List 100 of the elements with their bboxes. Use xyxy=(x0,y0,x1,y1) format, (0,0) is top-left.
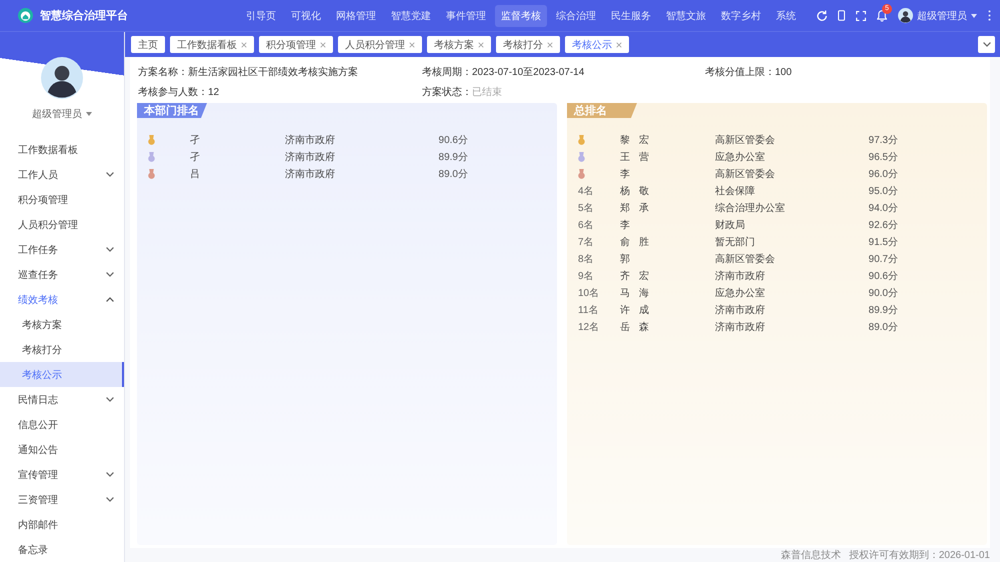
avatar-icon xyxy=(41,57,83,99)
department-name: 应急办公室 xyxy=(715,286,765,300)
page-tab[interactable]: 考核方案 xyxy=(427,36,491,53)
nav-tab[interactable]: 系统 xyxy=(770,4,802,26)
score-value: 91.5分 xyxy=(868,236,898,248)
page-tab[interactable]: 主页 xyxy=(131,36,165,53)
user-name[interactable]: 超级管理员 xyxy=(917,8,967,22)
nav-tab[interactable]: 网格管理 xyxy=(330,4,382,26)
menu-item[interactable]: 备忘录 xyxy=(0,537,124,562)
score-value: 97.3分 xyxy=(868,134,898,146)
rank-label: 8名 xyxy=(578,252,594,266)
close-icon[interactable] xyxy=(320,42,326,48)
score-value: 90.0分 xyxy=(868,286,898,300)
refresh-icon[interactable] xyxy=(817,10,827,21)
rank-label: 7名 xyxy=(578,236,594,248)
bell-icon[interactable] xyxy=(877,10,887,22)
page-tab[interactable]: 积分项管理 xyxy=(259,36,333,53)
score-value: 89.9分 xyxy=(868,304,898,316)
nav-tab[interactable]: 引导页 xyxy=(240,4,282,26)
score-value: 89.0分 xyxy=(868,320,898,334)
person-name: 许 成 xyxy=(620,304,649,316)
chevron-down-icon xyxy=(982,42,990,47)
close-icon[interactable] xyxy=(241,42,247,48)
caret-icon[interactable] xyxy=(971,14,977,18)
close-icon[interactable] xyxy=(478,42,484,48)
person-name: 杨 敬 xyxy=(620,184,649,198)
person-name: 李 xyxy=(620,218,630,232)
menu-item[interactable]: 民情日志 xyxy=(0,387,124,412)
field-label: 考核参与人数： xyxy=(138,86,208,99)
chevron-up-icon xyxy=(106,297,114,302)
rank-label: 11名 xyxy=(578,304,598,316)
menu-item[interactable]: 工作数据看板 xyxy=(0,137,124,162)
field-label: 考核周期： xyxy=(422,66,472,79)
nav-tab[interactable]: 事件管理 xyxy=(440,4,492,26)
person-name: 黎 宏 xyxy=(620,134,649,146)
page-tab[interactable]: 人员积分管理 xyxy=(338,36,422,53)
score-value: 94.0分 xyxy=(868,202,898,214)
department-name: 高新区管委会 xyxy=(715,252,775,266)
panel-title: 总排名 xyxy=(567,103,637,118)
more-icon[interactable] xyxy=(988,10,991,21)
menu-item[interactable]: 内部邮件 xyxy=(0,512,124,537)
user-name[interactable]: 超级管理员 xyxy=(32,107,82,121)
nav-tab[interactable]: 综合治理 xyxy=(550,4,602,26)
close-icon[interactable] xyxy=(409,42,415,48)
menu-item[interactable]: 工作人员 xyxy=(0,162,124,187)
close-icon[interactable] xyxy=(616,42,622,48)
menu-item[interactable]: 积分项管理 xyxy=(0,187,124,212)
field-value: 新生活家园社区干部绩效考核实施方案 xyxy=(188,66,358,79)
person-name: 王 营 xyxy=(620,150,649,164)
menu-item[interactable]: 三资管理 xyxy=(0,487,124,512)
chevron-down-icon xyxy=(106,497,114,502)
tab-menu-button[interactable] xyxy=(978,36,995,53)
menu-item[interactable]: 信息公开 xyxy=(0,412,124,437)
department-name: 财政局 xyxy=(715,218,745,232)
person-name: 孑 xyxy=(190,150,200,164)
score-value: 92.6分 xyxy=(868,218,898,232)
field-value: 12 xyxy=(208,86,220,98)
department-name: 济南市政府 xyxy=(285,134,335,146)
caret-icon[interactable] xyxy=(86,112,92,116)
menu-item[interactable]: 工作任务 xyxy=(0,237,124,262)
field-value: 已结束 xyxy=(472,86,502,99)
avatar-icon xyxy=(898,8,913,23)
menu-item[interactable]: 人员积分管理 xyxy=(0,212,124,237)
mobile-icon[interactable] xyxy=(838,10,845,21)
nav-tab[interactable]: 可视化 xyxy=(285,4,327,26)
nav-tab[interactable]: 智慧党建 xyxy=(385,4,437,26)
field-value: 2023-07-10至2023-07-14 xyxy=(472,66,584,79)
field-value: 100 xyxy=(775,66,792,78)
score-value: 89.0分 xyxy=(438,168,468,180)
department-name: 济南市政府 xyxy=(285,168,335,180)
person-name: 齐 宏 xyxy=(620,270,649,282)
nav-tab[interactable]: 监督考核 xyxy=(495,4,547,26)
menu-item[interactable]: 绩效考核 xyxy=(0,287,124,312)
person-name: 马 海 xyxy=(620,286,649,300)
submenu-item[interactable]: 考核打分 xyxy=(0,337,124,362)
fullscreen-icon[interactable] xyxy=(856,10,866,20)
submenu-item[interactable]: 考核公示 xyxy=(0,362,124,387)
chevron-down-icon xyxy=(106,247,114,252)
submenu-item[interactable]: 考核方案 xyxy=(0,312,124,337)
field-label: 考核分值上限： xyxy=(705,66,775,79)
nav-tab[interactable]: 数字乡村 xyxy=(715,4,767,26)
score-value: 90.6分 xyxy=(868,270,898,282)
chevron-down-icon xyxy=(106,272,114,277)
menu-item[interactable]: 宣传管理 xyxy=(0,462,124,487)
score-value: 90.6分 xyxy=(438,134,468,146)
score-value: 89.9分 xyxy=(438,150,468,164)
logo-icon xyxy=(18,8,33,23)
nav-tab[interactable]: 民生服务 xyxy=(605,4,657,26)
person-name: 俞 胜 xyxy=(620,236,649,248)
menu-item[interactable]: 巡查任务 xyxy=(0,262,124,287)
menu-item[interactable]: 通知公告 xyxy=(0,437,124,462)
panel-title: 本部门排名 xyxy=(137,103,207,118)
page-tab[interactable]: 考核打分 xyxy=(496,36,560,53)
rank-label: 9名 xyxy=(578,270,594,282)
page-tab[interactable]: 工作数据看板 xyxy=(170,36,254,53)
department-name: 济南市政府 xyxy=(285,150,335,164)
nav-tab[interactable]: 智慧文旅 xyxy=(660,4,712,26)
page-tab[interactable]: 考核公示 xyxy=(565,36,629,53)
close-icon[interactable] xyxy=(547,42,553,48)
score-value: 96.5分 xyxy=(868,150,898,164)
